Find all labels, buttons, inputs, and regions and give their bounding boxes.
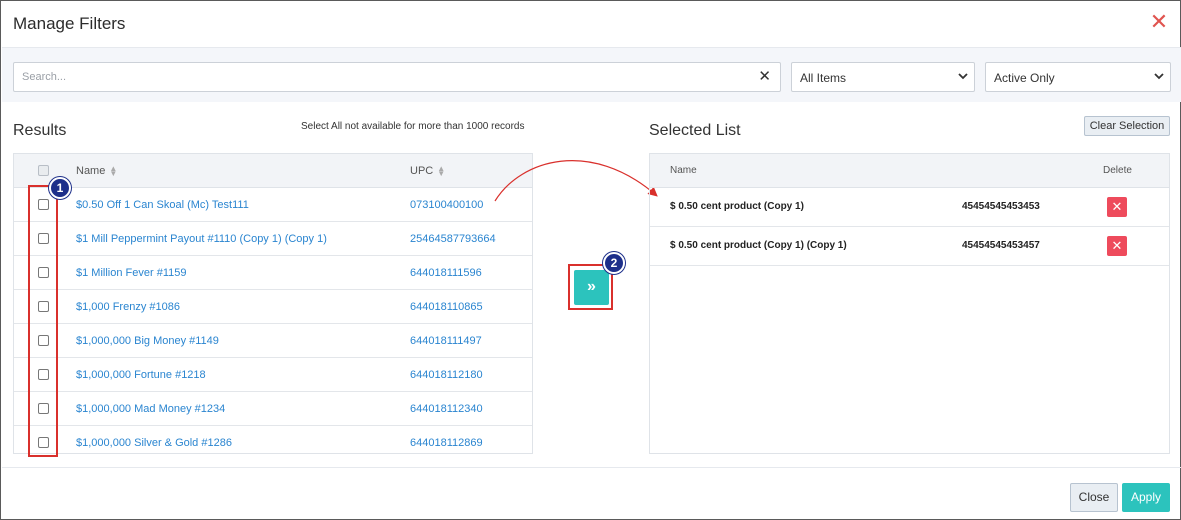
- results-table: Name ▲ ▼ UPC ▲ ▼ $0.50 Off 1 Can Skoal (Mc) …: [13, 153, 533, 454]
- status-select[interactable]: Active Only: [985, 62, 1171, 92]
- row-name-link[interactable]: $1 Million Fever #1159: [76, 267, 186, 279]
- filter-bar: ✕ All Items Active Only: [2, 48, 1181, 102]
- status-select-value: Active Only: [994, 71, 1055, 85]
- selected-delete-header: Delete: [1103, 165, 1132, 176]
- table-row: $1,000,000 Mad Money #1234 644018112340: [14, 392, 532, 426]
- row-upc-link[interactable]: 644018112340: [410, 403, 483, 415]
- selected-item-name: $ 0.50 cent product (Copy 1): [670, 201, 804, 212]
- row-upc-link[interactable]: 644018112869: [410, 437, 483, 449]
- selected-table-header: Name Delete: [650, 154, 1169, 188]
- step-1-badge: 1: [49, 177, 71, 199]
- selected-list-title: Selected List: [649, 122, 741, 139]
- clear-search-icon[interactable]: ✕: [758, 69, 771, 85]
- name-column-header[interactable]: Name ▲ ▼: [76, 164, 118, 179]
- items-select[interactable]: All Items: [791, 62, 975, 92]
- select-all-checkbox: [38, 165, 49, 176]
- table-row: $1,000 Frenzy #1086 644018110865: [14, 290, 532, 324]
- upc-column-label: UPC: [410, 165, 434, 177]
- row-name-link[interactable]: $1,000,000 Big Money #1149: [76, 335, 219, 347]
- row-upc-link[interactable]: 073100400100: [410, 199, 483, 211]
- table-row: $ 0.50 cent product (Copy 1) 45454545453…: [650, 188, 1169, 227]
- table-row: $1 Mill Peppermint Payout #1110 (Copy 1)…: [14, 222, 532, 256]
- selected-item-name: $ 0.50 cent product (Copy 1) (Copy 1): [670, 240, 847, 251]
- row-upc-link[interactable]: 644018111596: [410, 267, 482, 279]
- table-row: $ 0.50 cent product (Copy 1) (Copy 1) 45…: [650, 227, 1169, 266]
- row-name-link[interactable]: $1,000,000 Silver & Gold #1286: [76, 437, 232, 449]
- table-row: $1,000,000 Fortune #1218 644018112180: [14, 358, 532, 392]
- row-name-link[interactable]: $1,000 Frenzy #1086: [76, 301, 180, 313]
- table-row: $1,000,000 Silver & Gold #1286 644018112…: [14, 426, 532, 453]
- checkbox-column-highlight: [28, 185, 58, 457]
- apply-button[interactable]: Apply: [1122, 483, 1170, 512]
- row-name-link[interactable]: $1,000,000 Fortune #1218: [76, 369, 206, 381]
- search-box: ✕: [13, 62, 781, 92]
- row-name-link[interactable]: $0.50 Off 1 Can Skoal (Mc) Test111: [76, 199, 249, 211]
- selected-table: Name Delete $ 0.50 cent product (Copy 1)…: [649, 153, 1170, 454]
- chevron-down-icon: [1154, 73, 1164, 80]
- sort-icon: ▲ ▼: [437, 164, 446, 179]
- table-row: $1 Million Fever #1159 644018111596: [14, 256, 532, 290]
- results-note: Select All not available for more than 1…: [301, 121, 525, 132]
- move-to-selected-button[interactable]: »: [574, 270, 609, 305]
- selected-item-upc: 45454545453453: [962, 201, 1040, 212]
- results-table-header: Name ▲ ▼ UPC ▲ ▼: [14, 154, 532, 188]
- results-title: Results: [13, 122, 67, 139]
- row-name-link[interactable]: $1 Mill Peppermint Payout #1110 (Copy 1)…: [76, 233, 327, 245]
- upc-column-header[interactable]: UPC ▲ ▼: [410, 164, 446, 179]
- row-name-link[interactable]: $1,000,000 Mad Money #1234: [76, 403, 225, 415]
- row-upc-link[interactable]: 25464587793664: [410, 233, 496, 245]
- chevron-down-icon: [958, 73, 968, 80]
- delete-icon[interactable]: ✕: [1107, 236, 1127, 256]
- curved-arrow-annotation: [494, 160, 658, 202]
- row-upc-link[interactable]: 644018110865: [410, 301, 483, 313]
- selected-item-upc: 45454545453457: [962, 240, 1040, 251]
- sort-icon: ▲ ▼: [109, 164, 118, 179]
- table-row: $0.50 Off 1 Can Skoal (Mc) Test111 07310…: [14, 188, 532, 222]
- step-2-badge: 2: [603, 252, 625, 274]
- row-upc-link[interactable]: 644018112180: [410, 369, 483, 381]
- selected-name-header: Name: [670, 165, 697, 176]
- delete-icon[interactable]: ✕: [1107, 197, 1127, 217]
- dialog-footer: Close Apply: [2, 467, 1181, 520]
- close-button[interactable]: Close: [1070, 483, 1118, 512]
- items-select-value: All Items: [800, 71, 847, 85]
- row-upc-link[interactable]: 644018111497: [410, 335, 482, 347]
- dialog-header: Manage Filters ✕: [2, 2, 1181, 48]
- table-row: $1,000,000 Big Money #1149 644018111497: [14, 324, 532, 358]
- name-column-label: Name: [76, 165, 106, 177]
- search-input[interactable]: [14, 63, 754, 91]
- close-icon[interactable]: ✕: [1147, 10, 1171, 34]
- dialog-title: Manage Filters: [13, 14, 126, 33]
- clear-selection-button[interactable]: Clear Selection: [1084, 116, 1170, 136]
- manage-filters-dialog: Manage Filters ✕ ✕ All Items Active Only…: [0, 0, 1181, 520]
